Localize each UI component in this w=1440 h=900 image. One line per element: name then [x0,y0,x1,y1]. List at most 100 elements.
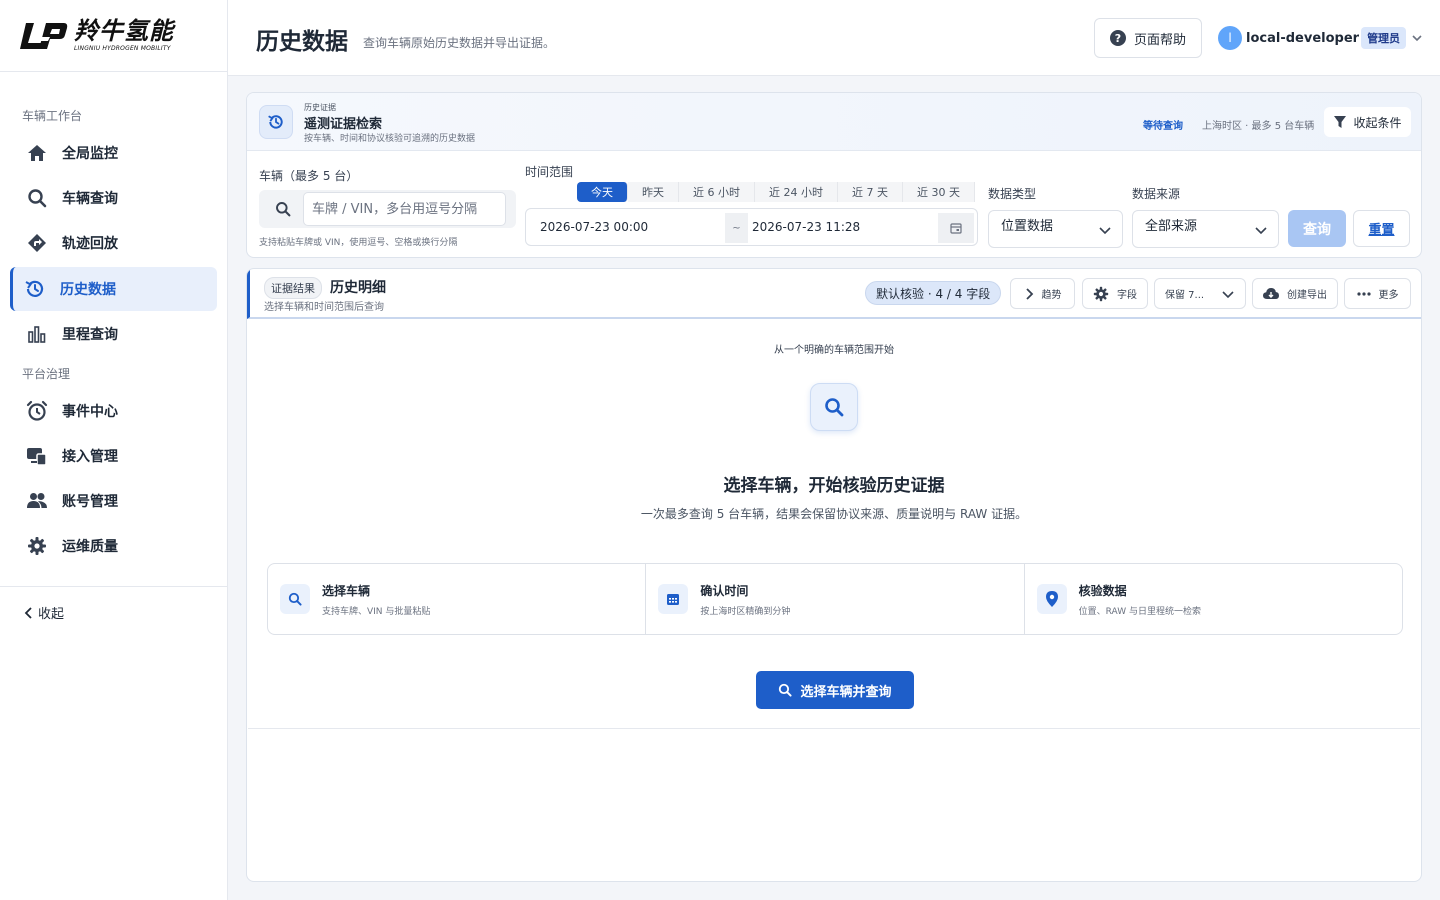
more-dots-icon [1356,291,1371,296]
sidebar: 羚牛氢能 LINGNIU HYDROGEN MOBILITY 车辆工作台 全局监… [0,0,228,900]
brand-name-en: LINGNIU HYDROGEN MOBILITY [74,45,171,52]
empty-title: 选择车辆，开始核验历史证据 [723,476,945,496]
bar-chart-icon [26,323,48,345]
calendar-icon [950,223,962,234]
gear-icon [1093,286,1109,301]
vehicle-search-box [259,190,516,228]
sidebar-item-event-center[interactable]: 事件中心 [10,389,217,433]
data-source-select[interactable]: 全部来源 [1132,210,1279,248]
fields-button[interactable]: 字段 [1082,278,1148,309]
select-vehicle-and-query-button[interactable]: 选择车辆并查询 [756,671,914,709]
quick-range-7d[interactable]: 近 7 天 [838,182,903,202]
search-description: 按车辆、时间和协议核验可追溯的历史数据 [304,134,476,144]
step-title: 选择车辆 [322,584,371,598]
search-panel-header: 历史证据 遥测证据检索 按车辆、时间和协议核验可追溯的历史数据 等待查询 上海时… [247,93,1421,151]
search-icon [280,584,310,614]
more-label: 更多 [1378,290,1399,301]
sidebar-item-label: 事件中心 [62,404,118,420]
step-confirm-time: 确认时间 按上海时区精确到分钟 [646,564,1025,634]
history-icon [259,105,293,139]
trend-button[interactable]: 趋势 [1010,278,1075,309]
search-icon [810,383,858,431]
end-time-field[interactable]: 2026-07-23 11:28 [752,213,932,241]
brand-name-cn: 羚牛氢能 [74,17,174,45]
empty-description: 一次最多查询 5 台车辆，结果会保留协议来源、质量说明与 RAW 证据。 [640,507,1028,521]
avatar: l [1218,26,1242,50]
data-type-label: 数据类型 [988,187,1037,201]
location-pin-icon [1036,584,1067,614]
retention-select[interactable]: 保留 7... [1154,278,1246,309]
chevron-down-icon [1099,227,1111,235]
fields-label: 字段 [1117,290,1137,301]
step-select-vehicle: 选择车辆 支持车牌、VIN 与批量粘贴 [268,564,647,634]
reset-button[interactable]: 重置 [1353,210,1410,247]
query-status: 等待查询 [1143,121,1183,132]
sidebar-item-label: 接入管理 [62,449,118,465]
verify-fields-chip[interactable]: 默认核验 · 4 / 4 字段 [865,281,1002,305]
search-panel: 历史证据 遥测证据检索 按车辆、时间和协议核验可追溯的历史数据 等待查询 上海时… [246,92,1422,258]
step-verify-data: 核验数据 位置、RAW 与日里程统一检索 [1025,564,1402,634]
range-separator: ~ [725,213,748,243]
logo-mark-icon [20,22,68,49]
step-description: 按上海时区精确到分钟 [700,607,791,617]
time-range-picker: 2026-07-23 00:00 ~ 2026-07-23 11:28 [525,208,978,246]
sidebar-item-account-management[interactable]: 账号管理 [10,479,217,523]
sidebar-item-label: 车辆查询 [62,191,118,207]
sidebar-item-history-data[interactable]: 历史数据 [10,267,217,311]
page-title: 历史数据 [256,29,348,55]
sidebar-item-label: 全局监控 [62,146,118,162]
sidebar-item-ops-quality[interactable]: 运维质量 [10,524,217,568]
data-source-value: 全部来源 [1145,219,1198,234]
data-type-value: 位置数据 [1001,219,1054,234]
role-badge: 管理员 [1361,27,1407,49]
guide-steps: 选择车辆 支持车牌、VIN 与批量粘贴 确认时间 按上海时区精确到分钟 核验数据… [267,563,1403,635]
alarm-icon [26,400,48,422]
top-header: 历史数据 查询车辆原始历史数据并导出证据。 ? 页面帮助 l local-dev… [228,0,1440,76]
trend-label: 趋势 [1041,290,1062,301]
create-export-button[interactable]: 创建导出 [1252,278,1338,309]
time-range-label: 时间范围 [525,165,574,179]
brand-logo[interactable]: 羚牛氢能 LINGNIU HYDROGEN MOBILITY [0,0,227,72]
quick-range-24h[interactable]: 近 24 小时 [755,182,838,202]
chevron-left-icon [24,606,32,619]
user-menu[interactable]: l local-developer 管理员 [1218,26,1424,50]
collapse-sidebar-button[interactable]: 收起 [24,603,64,622]
sidebar-item-label: 轨迹回放 [62,236,118,252]
sidebar-item-label: 账号管理 [62,494,118,510]
sidebar-item-mileage-query[interactable]: 里程查询 [10,312,217,356]
vehicle-input[interactable] [303,192,506,226]
sidebar-item-track-playback[interactable]: 轨迹回放 [10,221,217,265]
empty-state: 从一个明确的车辆范围开始 选择车辆，开始核验历史证据 一次最多查询 5 台车辆，… [248,321,1420,729]
quick-range-6h[interactable]: 近 6 小时 [679,182,755,202]
search-title: 遥测证据检索 [304,117,383,132]
sidebar-item-vehicle-query[interactable]: 车辆查询 [10,176,217,220]
calendar-button[interactable] [938,213,974,243]
sidebar-item-access-management[interactable]: 接入管理 [10,434,217,478]
sidebar-item-label: 运维质量 [62,539,118,555]
vehicle-label: 车辆（最多 5 台） [259,169,359,183]
sidebar-item-global-monitor[interactable]: 全局监控 [10,131,217,175]
sidebar-item-label: 里程查询 [62,327,118,343]
start-time-field[interactable]: 2026-07-23 00:00 [534,213,725,241]
collapse-filters-button[interactable]: 收起条件 [1324,107,1411,137]
results-subtitle: 选择车辆和时间范围后查询 [264,302,384,313]
step-title: 核验数据 [1078,584,1127,598]
filter-toggle-label: 收起条件 [1353,115,1402,130]
vehicle-hint: 支持粘贴车牌或 VIN，使用逗号、空格或换行分隔 [259,238,458,248]
nav-section-governance: 平台治理 [22,367,71,381]
more-button[interactable]: 更多 [1344,278,1411,309]
quick-range-yesterday[interactable]: 昨天 [628,182,679,202]
cta-label: 选择车辆并查询 [800,684,892,700]
chevron-down-icon [1255,227,1267,235]
query-button[interactable]: 查询 [1288,210,1346,247]
quick-range-today[interactable]: 今天 [577,182,628,202]
nav-section-workbench: 车辆工作台 [22,109,83,123]
results-panel: 证据结果 历史明细 选择车辆和时间范围后查询 默认核验 · 4 / 4 字段 趋… [246,268,1422,882]
search-icon [276,202,291,217]
step-description: 支持车牌、VIN 与批量粘贴 [322,607,431,617]
search-eyebrow: 历史证据 [304,103,336,112]
page-help-button[interactable]: ? 页面帮助 [1094,18,1202,58]
users-icon [26,490,48,512]
data-type-select[interactable]: 位置数据 [988,210,1123,248]
quick-range-30d[interactable]: 近 30 天 [903,182,975,202]
